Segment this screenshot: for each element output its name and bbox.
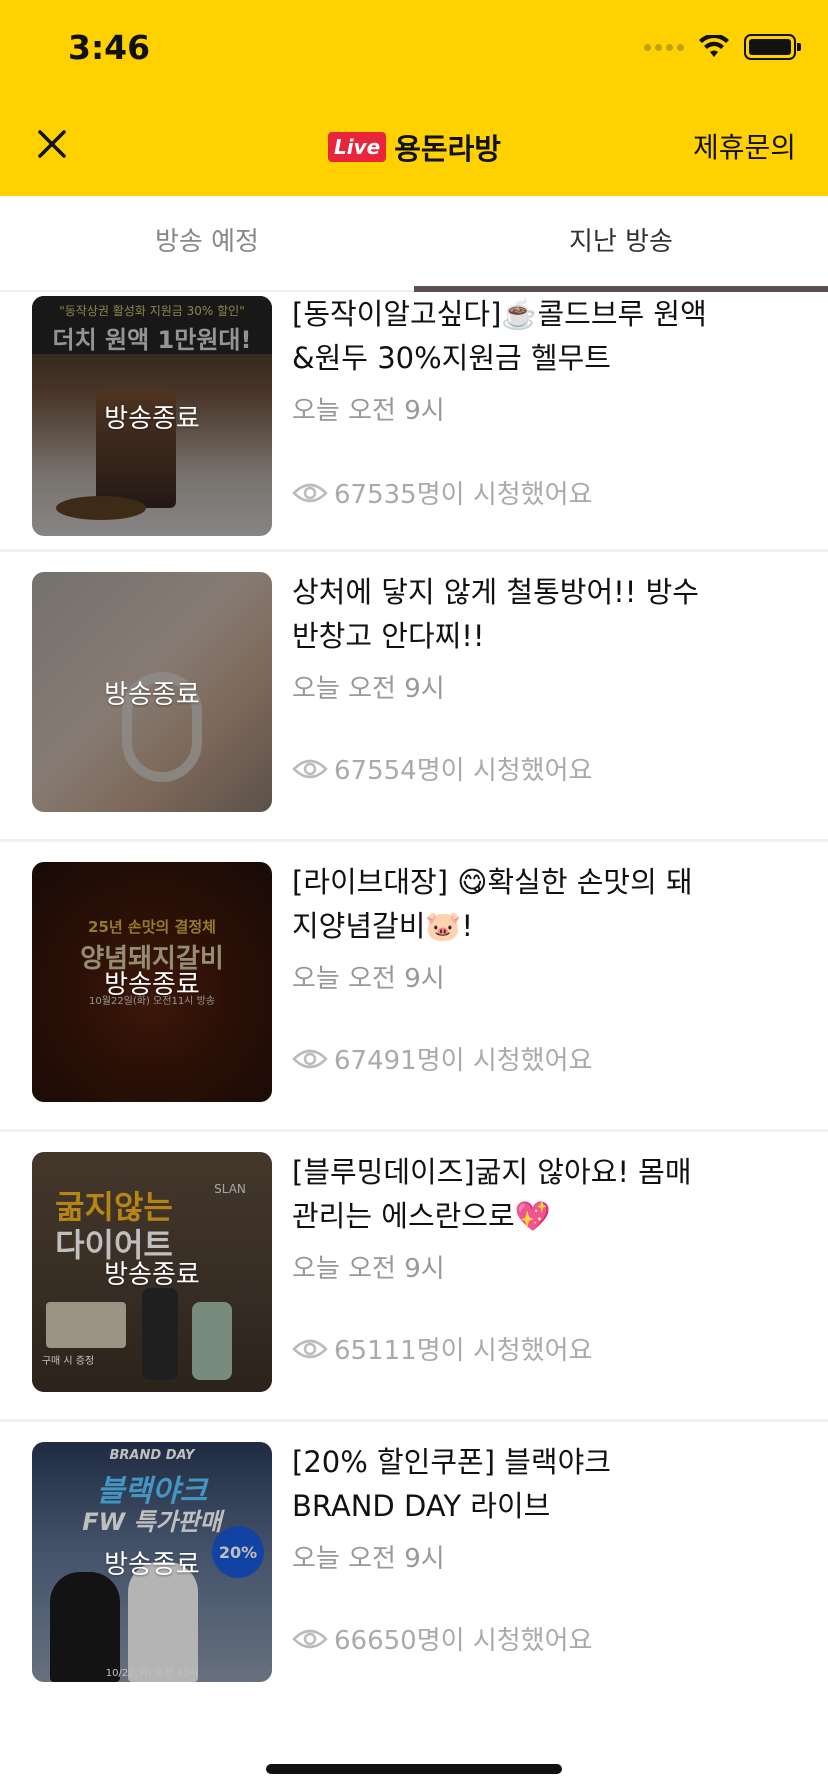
status-time: 3:46: [68, 28, 151, 67]
view-count-text: 66650명이 시청했어요: [334, 1626, 593, 1656]
item-title[interactable]: 상처에 닿지 않게 철통방어!! 방수 반창고 안다찌!!: [292, 570, 712, 658]
thumb-overlay: 방송종료: [32, 296, 272, 536]
view-count: 67535명이 시청했어요: [292, 474, 592, 511]
item-title[interactable]: [블루밍데이즈]굶지 않아요! 몸매 관리는 에스란으로💖: [292, 1150, 712, 1238]
tab-upcoming[interactable]: 방송 예정: [0, 196, 414, 290]
tab-bar: 방송 예정 지난 방송: [0, 196, 828, 292]
broadcast-list: "동작상권 활성화 지원금 30% 할인" 더치 원액 1만원대! 방송종료 […: [0, 294, 828, 1712]
item-info: [라이브대장] 😋확실한 손맛의 돼지양념갈비🐷! 오늘 오전 9시: [292, 860, 712, 995]
live-badge: Live: [328, 132, 387, 162]
list-item[interactable]: 방송종료 상처에 닿지 않게 철통방어!! 방수 반창고 안다찌!! 오늘 오전…: [0, 552, 828, 842]
eye-icon: [292, 483, 328, 502]
item-info: [20% 할인쿠폰] 블랙야크 BRAND DAY 라이브 오늘 오전 9시: [292, 1440, 712, 1575]
partner-inquiry-link[interactable]: 제휴문의: [693, 126, 796, 166]
item-time: 오늘 오전 9시: [292, 964, 445, 994]
app-header: 3:46 Live 용돈라방 제휴문의: [0, 0, 828, 196]
ended-badge: 방송종료: [104, 403, 200, 434]
item-info: [동작이알고싶다]☕️콜드브루 원액&원두 30%지원금 헬무트 오늘 오전 9…: [292, 292, 712, 427]
thumbnail[interactable]: "동작상권 활성화 지원금 30% 할인" 더치 원액 1만원대! 방송종료: [32, 296, 272, 536]
thumbnail[interactable]: 25년 손맛의 결정체 양념돼지갈비 10월22일(화) 오전11시 방송 방송…: [32, 862, 272, 1102]
wifi-icon: [699, 35, 729, 57]
close-icon: [38, 130, 66, 158]
view-count: 66650명이 시청했어요: [292, 1620, 592, 1657]
page-title-group: Live 용돈라방: [328, 126, 501, 168]
eye-icon: [292, 1629, 328, 1648]
ended-badge: 방송종료: [104, 1549, 200, 1580]
thumb-overlay: 방송종료: [32, 572, 272, 812]
view-count-text: 67535명이 시청했어요: [334, 480, 593, 510]
item-title[interactable]: [20% 할인쿠폰] 블랙야크 BRAND DAY 라이브: [292, 1440, 712, 1528]
view-count: 67491명이 시청했어요: [292, 1040, 592, 1077]
view-count-text: 67554명이 시청했어요: [334, 756, 593, 786]
item-info: 상처에 닿지 않게 철통방어!! 방수 반창고 안다찌!! 오늘 오전 9시: [292, 570, 712, 705]
thumb-overlay: 방송종료: [32, 1442, 272, 1682]
thumbnail[interactable]: 방송종료: [32, 572, 272, 812]
item-title[interactable]: [동작이알고싶다]☕️콜드브루 원액&원두 30%지원금 헬무트: [292, 292, 712, 380]
thumbnail[interactable]: BRAND DAY 블랙야크 FW 특가판매 20% 10/22(화) 오전 1…: [32, 1442, 272, 1682]
home-indicator: [266, 1764, 562, 1774]
status-icons: [644, 34, 801, 60]
eye-icon: [292, 759, 328, 778]
view-count: 65111명이 시청했어요: [292, 1330, 592, 1367]
thumbnail[interactable]: 굶지않는 다이어트 SLAN 구매 시 증정 방송종료: [32, 1152, 272, 1392]
list-item[interactable]: 굶지않는 다이어트 SLAN 구매 시 증정 방송종료 [블루밍데이즈]굶지 않…: [0, 1132, 828, 1422]
item-time: 오늘 오전 9시: [292, 396, 445, 426]
ended-badge: 방송종료: [104, 1259, 200, 1290]
item-time: 오늘 오전 9시: [292, 1254, 445, 1284]
thumb-overlay: 방송종료: [32, 1152, 272, 1392]
item-title[interactable]: [라이브대장] 😋확실한 손맛의 돼지양념갈비🐷!: [292, 860, 712, 948]
ended-badge: 방송종료: [104, 679, 200, 710]
close-button[interactable]: [32, 124, 72, 164]
battery-icon: [744, 34, 801, 60]
item-time: 오늘 오전 9시: [292, 1544, 445, 1574]
list-item[interactable]: 25년 손맛의 결정체 양념돼지갈비 10월22일(화) 오전11시 방송 방송…: [0, 842, 828, 1132]
item-info: [블루밍데이즈]굶지 않아요! 몸매 관리는 에스란으로💖 오늘 오전 9시: [292, 1150, 712, 1285]
signal-icon: [644, 43, 684, 51]
view-count-text: 65111명이 시청했어요: [334, 1336, 593, 1366]
page-title: 용돈라방: [394, 132, 501, 166]
thumb-overlay: 방송종료: [32, 862, 272, 1102]
view-count-text: 67491명이 시청했어요: [334, 1046, 593, 1076]
eye-icon: [292, 1339, 328, 1358]
list-item[interactable]: "동작상권 활성화 지원금 30% 할인" 더치 원액 1만원대! 방송종료 […: [0, 282, 828, 552]
tab-past[interactable]: 지난 방송: [414, 196, 828, 292]
eye-icon: [292, 1049, 328, 1068]
ended-badge: 방송종료: [104, 969, 200, 1000]
view-count: 67554명이 시청했어요: [292, 750, 592, 787]
item-time: 오늘 오전 9시: [292, 674, 445, 704]
list-item[interactable]: BRAND DAY 블랙야크 FW 특가판매 20% 10/22(화) 오전 1…: [0, 1422, 828, 1712]
